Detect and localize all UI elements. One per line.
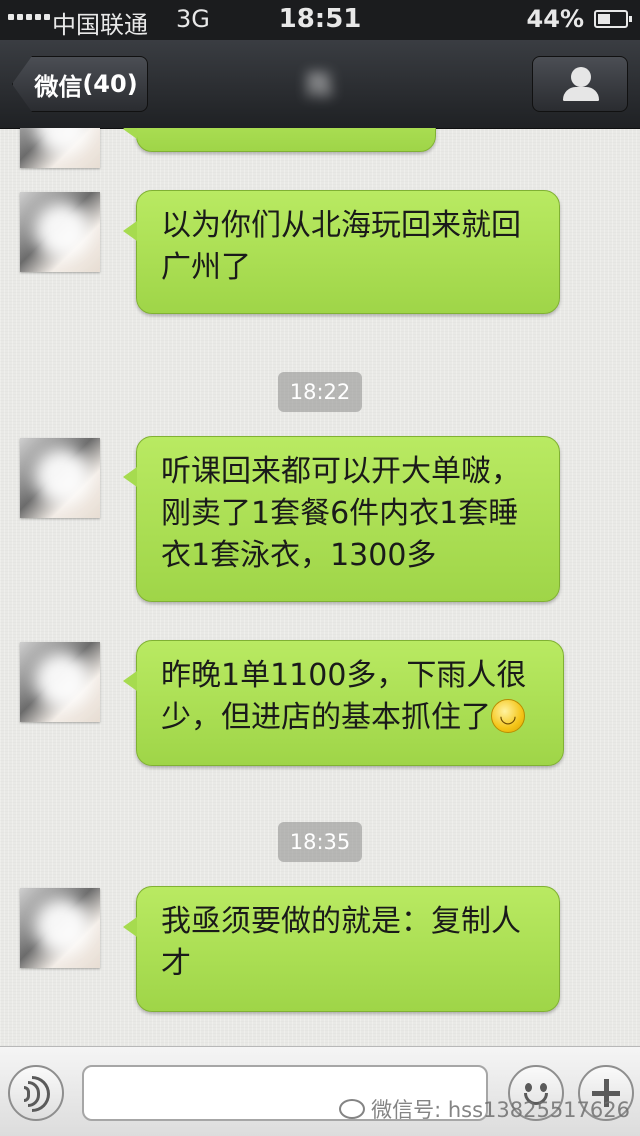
voice-input-button[interactable]	[8, 1065, 64, 1121]
voice-wave-outer-icon	[32, 1076, 50, 1112]
message-bubble[interactable]: 以为你们从北海玩回来就回广州了	[123, 190, 560, 314]
watermark-text: 微信号: hss13825517626	[371, 1098, 630, 1122]
smiley-emoji-icon: ◡	[491, 698, 525, 733]
message-bubble[interactable]: 我亟须要做的就是：复制人才	[123, 886, 560, 1012]
message-text: 我亟须要做的就是：复制人才	[161, 904, 521, 981]
battery-percent: 44%	[526, 5, 584, 33]
back-button-label: 微信	[34, 72, 83, 101]
message-bubble[interactable]: 昨晚1单1100多，下雨人很少，但进店的基本抓住了 ◡	[123, 640, 564, 766]
avatar[interactable]	[20, 192, 100, 272]
chat-title: 陈	[305, 69, 334, 102]
wechat-icon	[339, 1099, 366, 1119]
avatar[interactable]	[20, 642, 100, 722]
avatar[interactable]	[20, 128, 100, 168]
back-button[interactable]: 微信 (40)	[12, 56, 148, 112]
status-bar: 中国联通 3G 18:51 44%	[0, 0, 640, 40]
person-icon	[571, 67, 591, 87]
emoji-icon	[525, 1083, 532, 1092]
chat-area[interactable]: 以为你们从北海玩回来就回广州了 18:22 听课回来都可以开大单啵，刚卖了1套餐…	[0, 128, 640, 1046]
message-text: 听课回来都可以开大单啵，刚卖了1套餐6件内衣1套睡衣1套泳衣，1300多	[161, 454, 521, 573]
avatar[interactable]	[20, 888, 100, 968]
message-bubble[interactable]: 听课回来都可以开大单啵，刚卖了1套餐6件内衣1套睡衣1套泳衣，1300多	[123, 436, 560, 602]
contact-profile-button[interactable]	[532, 56, 628, 112]
avatar[interactable]	[20, 438, 100, 518]
emoji-icon-eye	[540, 1083, 547, 1092]
message-text: 以为你们从北海玩回来就回广州了	[161, 208, 521, 285]
message-text: 昨晚1单1100多，下雨人很少，但进店的基本抓住了	[161, 658, 527, 735]
timestamp: 18:22	[278, 372, 362, 412]
watermark: 微信号: hss13825517626	[339, 1094, 630, 1124]
timestamp: 18:35	[278, 822, 362, 862]
unread-count: (40)	[82, 70, 138, 98]
battery-icon	[594, 10, 632, 28]
nav-bar: 微信 (40) 陈	[0, 40, 640, 129]
person-icon-body	[563, 87, 599, 101]
message-bubble-partial[interactable]	[123, 128, 436, 152]
